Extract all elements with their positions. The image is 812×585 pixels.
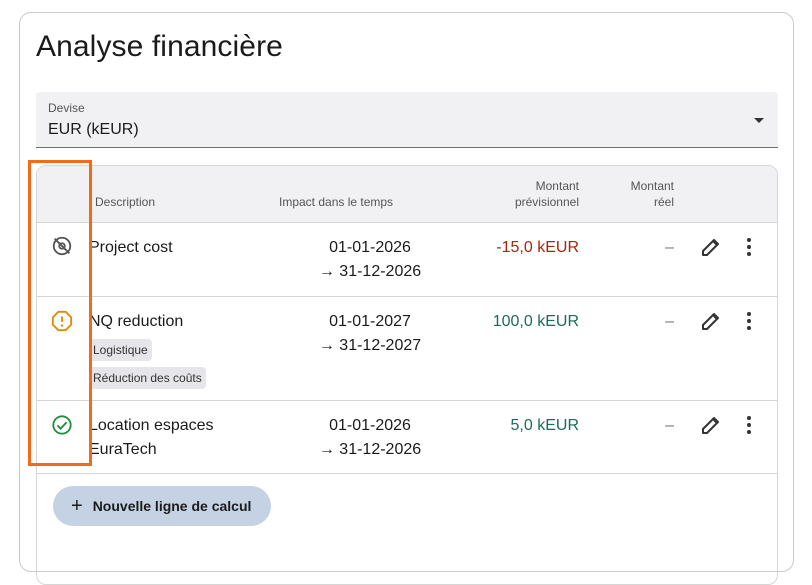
more-vert-icon[interactable] <box>737 235 761 259</box>
row-amount: 5,0 kEUR <box>510 417 579 434</box>
row-end-date: → 31-12-2027 <box>318 337 422 354</box>
currency-value: EUR (kEUR) <box>48 121 139 138</box>
edit-pencil-icon[interactable] <box>699 235 723 259</box>
more-vert-icon[interactable] <box>737 309 761 333</box>
row-description: Location espaces EuraTech <box>89 417 214 458</box>
row-real-amount: – <box>665 313 674 330</box>
header-description: Description <box>95 195 156 209</box>
row-real-amount: – <box>665 239 674 256</box>
header-montant-reel: Montant réel <box>631 178 674 210</box>
add-button-label: Nouvelle ligne de calcul <box>92 498 252 514</box>
row-dates: 01-01-2026 → 31-12-2026 <box>300 236 440 284</box>
row-end-date: → 31-12-2026 <box>318 263 422 280</box>
row-start-date: 01-01-2026 <box>329 239 411 256</box>
currency-label: Devise <box>48 101 85 115</box>
row-amount: 100,0 kEUR <box>492 313 579 330</box>
row-amount: -15,0 kEUR <box>496 239 579 256</box>
tag-chip: Logistique <box>89 339 152 361</box>
header-montant-prev-line1: Montant <box>535 179 579 193</box>
table-header: Description Impact dans le temps Montant… <box>37 166 777 223</box>
edit-pencil-icon[interactable] <box>699 413 723 437</box>
warning-icon <box>51 310 73 332</box>
row-dates: 01-01-2027 → 31-12-2027 <box>300 310 440 358</box>
row-dates: 01-01-2026 → 31-12-2026 <box>300 414 440 462</box>
table-row: Location espaces EuraTech 01-01-2026 → 3… <box>37 401 777 474</box>
row-description: NQ reduction <box>89 313 184 330</box>
more-vert-icon[interactable] <box>737 413 761 437</box>
calculation-table: Description Impact dans le temps Montant… <box>36 165 778 585</box>
row-start-date: 01-01-2026 <box>329 417 411 434</box>
tag-chip: Réduction des coûts <box>89 367 206 389</box>
header-montant-reel-line1: Montant <box>630 179 674 193</box>
header-montant-previsionnel: Montant prévisionnel <box>515 178 579 210</box>
header-impact: Impact dans le temps <box>279 195 394 209</box>
table-row: Project cost 01-01-2026 → 31-12-2026 -15… <box>37 223 777 297</box>
row-end-date: → 31-12-2026 <box>318 441 422 458</box>
row-real-amount: – <box>665 417 674 434</box>
table-row: NQ reduction Logistique Réduction des co… <box>37 297 777 401</box>
row-tags: Logistique Réduction des coûts <box>89 335 206 395</box>
add-calculation-line-button[interactable]: + Nouvelle ligne de calcul <box>53 486 271 526</box>
page-title: Analyse financière <box>36 30 283 63</box>
currency-select[interactable]: Devise EUR (kEUR) <box>36 92 778 148</box>
financial-analysis-card: Analyse financière Devise EUR (kEUR) Des… <box>19 12 794 585</box>
row-start-date: 01-01-2027 <box>329 313 411 330</box>
header-montant-prev-line2: prévisionnel <box>514 195 579 209</box>
check-circle-icon <box>51 414 73 436</box>
edit-pencil-icon[interactable] <box>699 309 723 333</box>
header-montant-reel-line2: réel <box>653 195 674 209</box>
row-description: Project cost <box>89 239 173 256</box>
plus-icon: + <box>71 495 83 517</box>
hidden-eye-off-icon <box>51 235 73 257</box>
dropdown-caret-icon <box>754 118 764 123</box>
